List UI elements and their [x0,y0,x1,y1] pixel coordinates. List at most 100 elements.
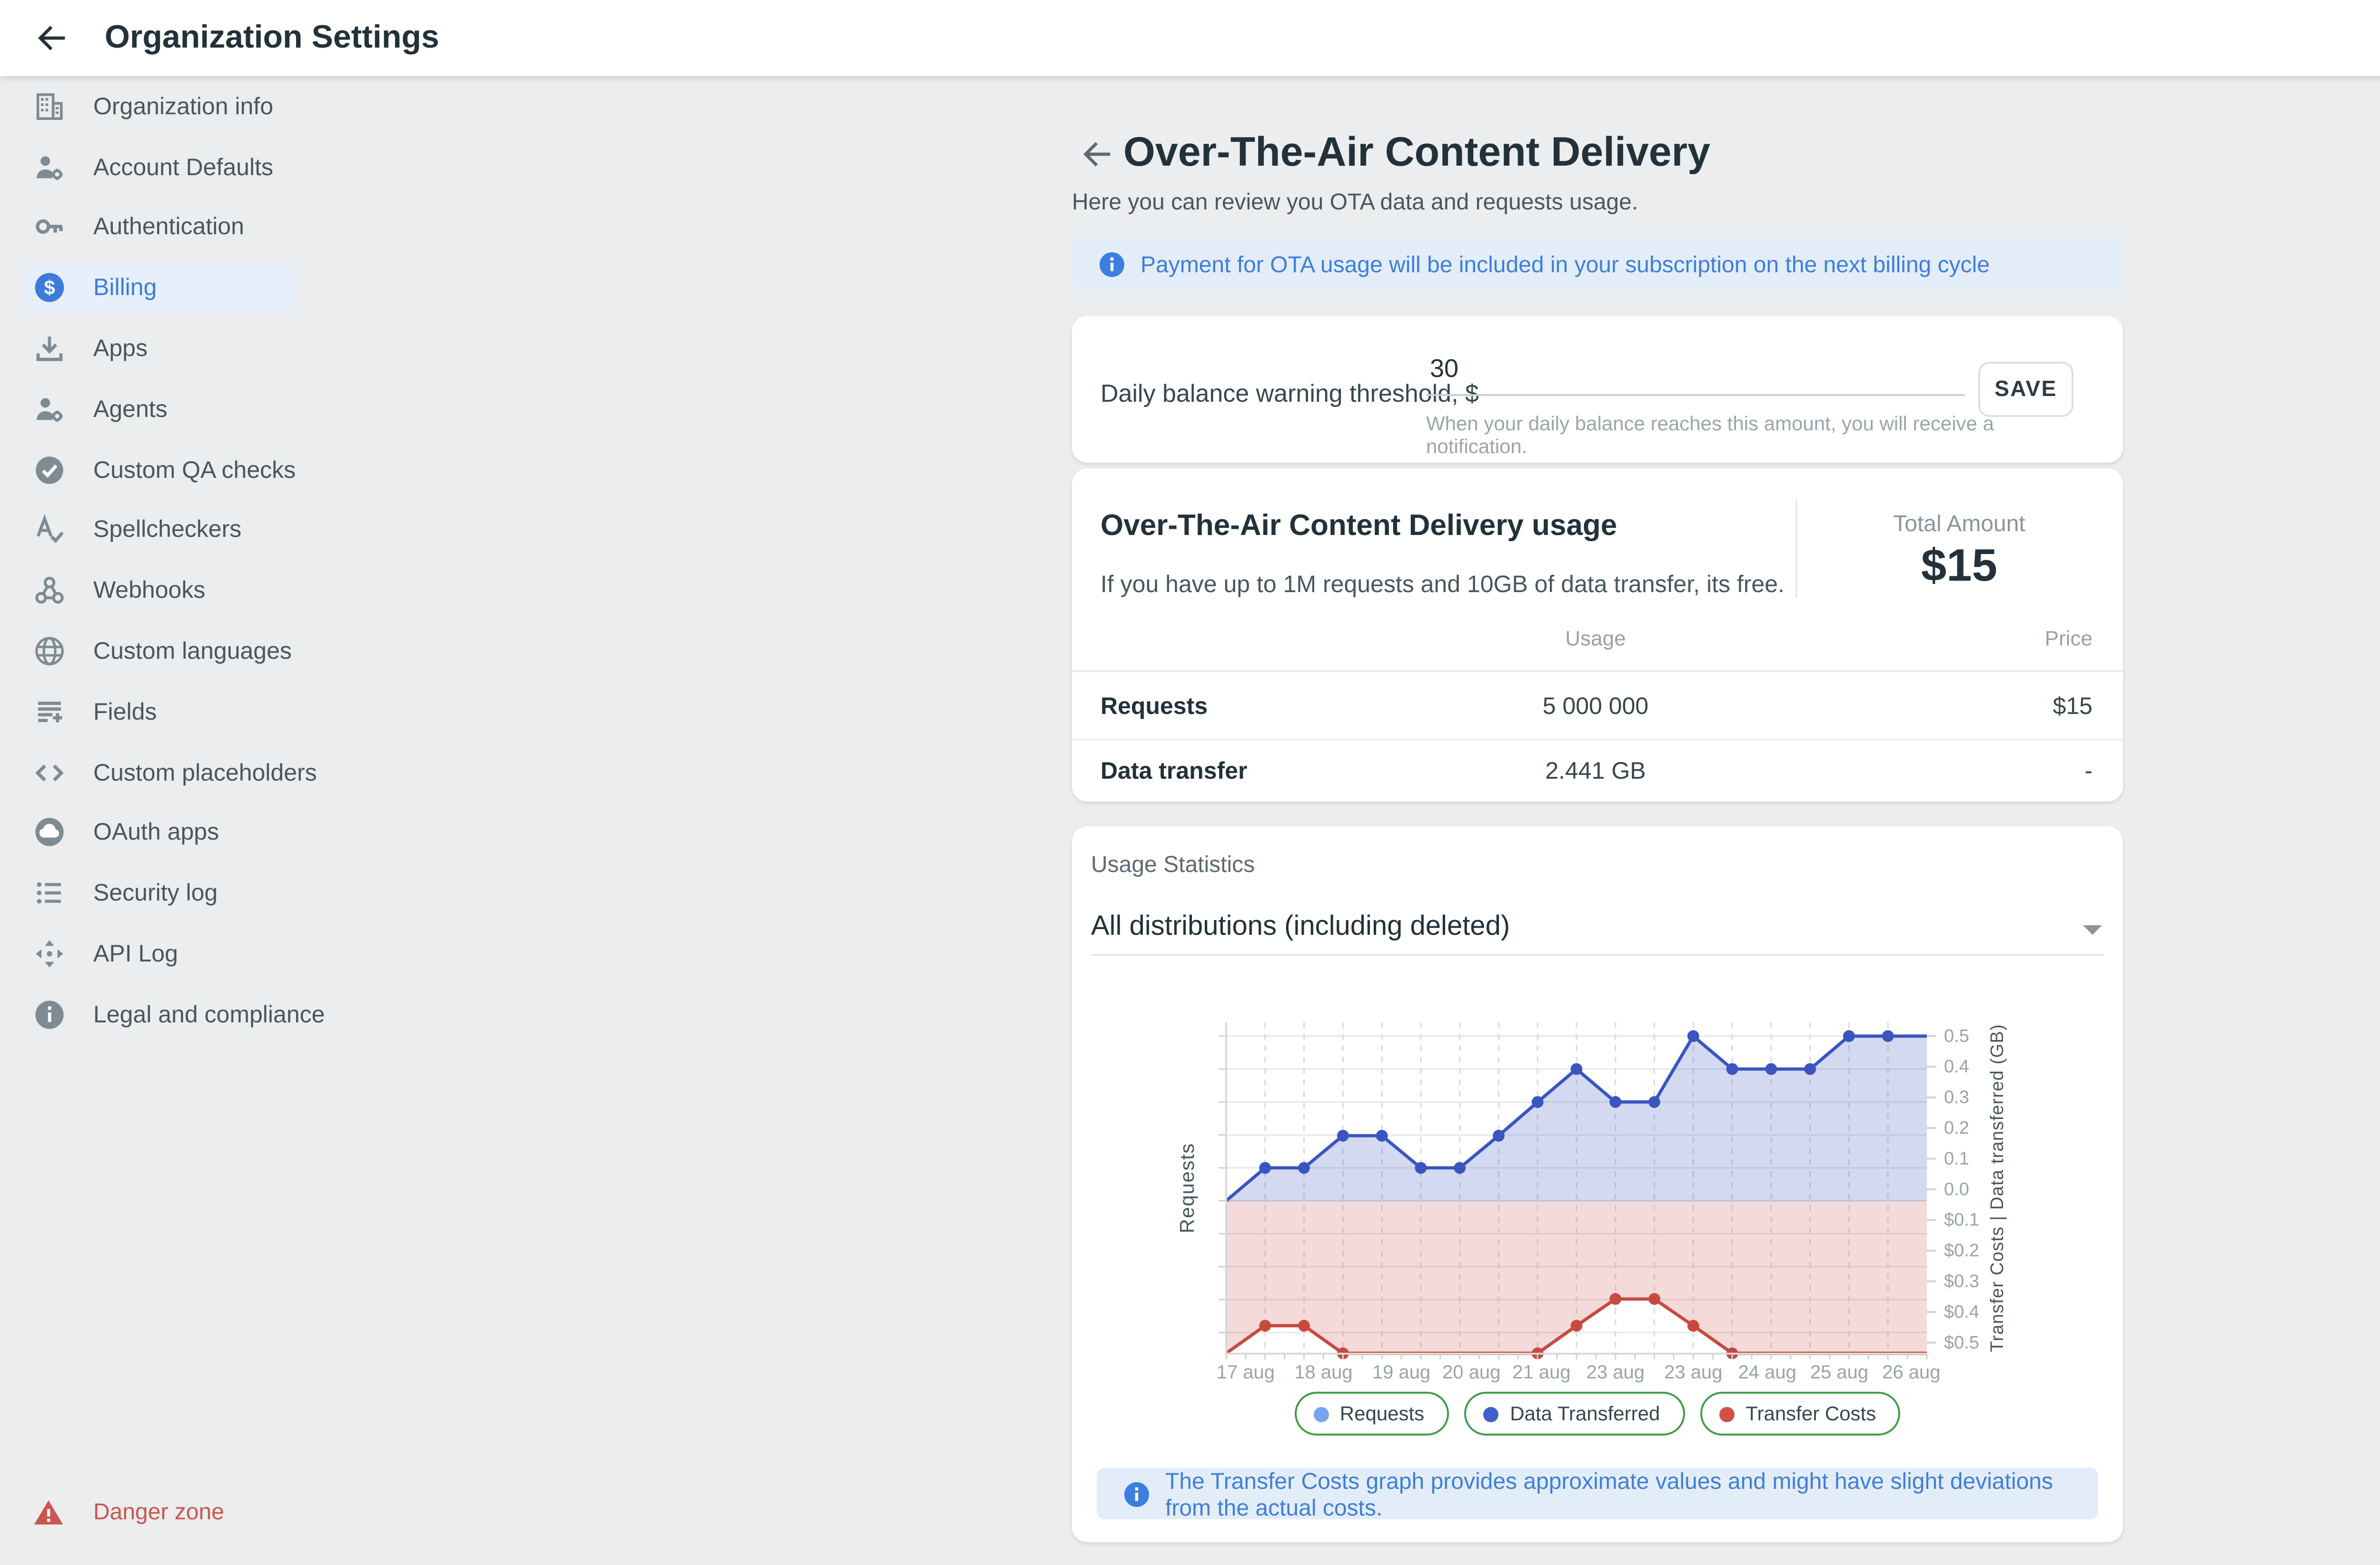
svg-text:25 aug: 25 aug [1810,1362,1868,1383]
sidebar-item-custom-languages[interactable]: Custom languages [0,621,457,682]
usage-statistics-card: Usage Statistics All distributions (incl… [1072,826,2123,1542]
chevron-down-icon[interactable] [2083,925,2102,935]
svg-text:$0.4: $0.4 [1944,1302,1979,1322]
usage-chart: 0.50.40.30.20.10.0$0.1$0.2$0.3$0.4$0.517… [1072,998,2123,1445]
svg-text:0.4: 0.4 [1944,1057,1969,1077]
payment-info-banner: Payment for OTA usage will be included i… [1072,238,2123,289]
dollar-circle-icon: $ [32,271,67,305]
legend-dot-data-transferred [1483,1406,1498,1421]
person-gear-icon [32,150,67,184]
sidebar-item-security-log[interactable]: Security log [0,863,457,923]
sidebar-item-webhooks[interactable]: Webhooks [0,561,457,621]
sidebar-item-authentication[interactable]: Authentication [0,197,457,258]
sidebar-item-agents[interactable]: Agents [0,379,457,439]
table-divider [1072,670,2123,672]
sidebar-item-apps[interactable]: Apps [0,318,457,379]
warning-icon [32,1496,65,1528]
usage-card: Over-The-Air Content Delivery usage If y… [1072,468,2123,802]
save-button[interactable]: SAVE [1978,362,2073,417]
sidebar: Organization info Account Defaults Authe… [0,76,457,1045]
sidebar-item-label: Organization info [93,93,273,120]
payment-info-text: Payment for OTA usage will be included i… [1140,250,1990,277]
code-icon [32,755,67,790]
svg-text:26 aug: 26 aug [1882,1362,1940,1383]
building-icon [32,89,67,124]
sidebar-item-account-defaults[interactable]: Account Defaults [0,137,457,197]
legend-requests[interactable]: Requests [1294,1392,1449,1436]
sidebar-item-label: Billing [93,275,157,301]
danger-zone-label: Danger zone [93,1498,224,1525]
sidebar-item-billing[interactable]: $ Billing [0,258,457,318]
svg-text:0.1: 0.1 [1944,1149,1969,1169]
svg-text:0.3: 0.3 [1944,1088,1969,1108]
cloud-circle-icon [32,816,67,850]
distribution-select[interactable]: All distributions (including deleted) [1091,912,1510,942]
svg-text:Requests: Requests [1176,1143,1198,1233]
usage-heading: Over-The-Air Content Delivery usage [1101,510,1617,545]
sidebar-item-danger-zone[interactable]: Danger zone [0,1485,489,1538]
list-plus-icon [32,694,67,729]
svg-text:Transfer Costs | Data transfer: Transfer Costs | Data transferred (GB) [1987,1024,2007,1352]
sidebar-item-label: Webhooks [93,577,205,604]
sidebar-item-label: API Log [93,941,178,967]
threshold-input[interactable] [1426,354,1965,396]
svg-text:$0.2: $0.2 [1944,1241,1979,1261]
sidebar-item-label: Custom languages [93,638,292,664]
info-icon [1123,1480,1150,1507]
threshold-helper-text: When your daily balance reaches this amo… [1426,413,1997,459]
total-amount-label: Total Amount [1795,510,2123,537]
select-underline [1091,954,2104,956]
svg-text:23 aug: 23 aug [1664,1362,1722,1383]
download-icon [32,331,67,366]
sidebar-item-label: Custom QA checks [93,456,296,483]
threshold-label: Daily balance warning threshold, $ [1101,379,1479,407]
key-icon [32,210,67,245]
legend-dot-requests [1313,1406,1329,1421]
usage-statistics-title: Usage Statistics [1091,851,1255,878]
svg-text:20 aug: 20 aug [1442,1362,1500,1383]
dpad-icon [32,937,67,971]
sidebar-item-label: Agents [93,396,168,423]
sidebar-item-label: Authentication [93,214,244,241]
svg-text:18 aug: 18 aug [1294,1362,1352,1383]
row-usage-value: 5 000 000 [1367,693,1824,720]
back-icon[interactable] [32,19,70,57]
sidebar-item-label: OAuth apps [93,820,219,846]
check-circle-icon [32,453,67,487]
transfer-costs-note-text: The Transfer Costs graph provides approx… [1165,1467,2098,1520]
transfer-costs-note-banner: The Transfer Costs graph provides approx… [1097,1468,2098,1519]
sidebar-item-custom-placeholders[interactable]: Custom placeholders [0,742,457,802]
sidebar-item-fields[interactable]: Fields [0,682,457,742]
info-icon [1099,250,1125,277]
table-divider [1072,739,2123,741]
spellcheck-icon [32,513,67,547]
legend-dot-transfer-costs [1719,1406,1734,1421]
row-label: Data transfer [1101,758,1248,784]
total-amount-value: $15 [1795,541,2123,594]
legend-transfer-costs[interactable]: Transfer Costs [1700,1392,1901,1436]
sidebar-item-label: Custom placeholders [93,759,317,786]
svg-text:17 aug: 17 aug [1217,1362,1275,1383]
sidebar-item-label: Security log [93,880,218,907]
usage-free-note: If you have up to 1M requests and 10GB o… [1101,571,1785,598]
sidebar-item-custom-qa-checks[interactable]: Custom QA checks [0,439,457,500]
svg-text:0.2: 0.2 [1944,1118,1969,1138]
sidebar-item-label: Fields [93,698,157,725]
row-label: Requests [1101,693,1208,720]
row-price-value: $15 [1795,693,2092,720]
svg-text:$0.5: $0.5 [1944,1333,1979,1353]
threshold-card: Daily balance warning threshold, $ When … [1072,316,2123,463]
sidebar-item-label: Legal and compliance [93,1001,325,1028]
sidebar-item-legal-and-compliance[interactable]: Legal and compliance [0,984,457,1045]
svg-text:0.5: 0.5 [1944,1026,1969,1046]
svg-text:0.0: 0.0 [1944,1179,1969,1199]
sidebar-item-api-log[interactable]: API Log [0,924,457,984]
sidebar-item-spellcheckers[interactable]: Spellcheckers [0,500,457,560]
sidebar-item-organization-info[interactable]: Organization info [0,76,457,137]
page-title: Over-The-Air Content Delivery [1123,129,1710,177]
legend-data-transferred[interactable]: Data Transferred [1464,1392,1685,1436]
svg-text:23 aug: 23 aug [1587,1362,1645,1383]
sidebar-item-oauth-apps[interactable]: OAuth apps [0,802,457,863]
page-back-icon[interactable] [1078,135,1116,173]
svg-text:$0.3: $0.3 [1944,1271,1979,1291]
